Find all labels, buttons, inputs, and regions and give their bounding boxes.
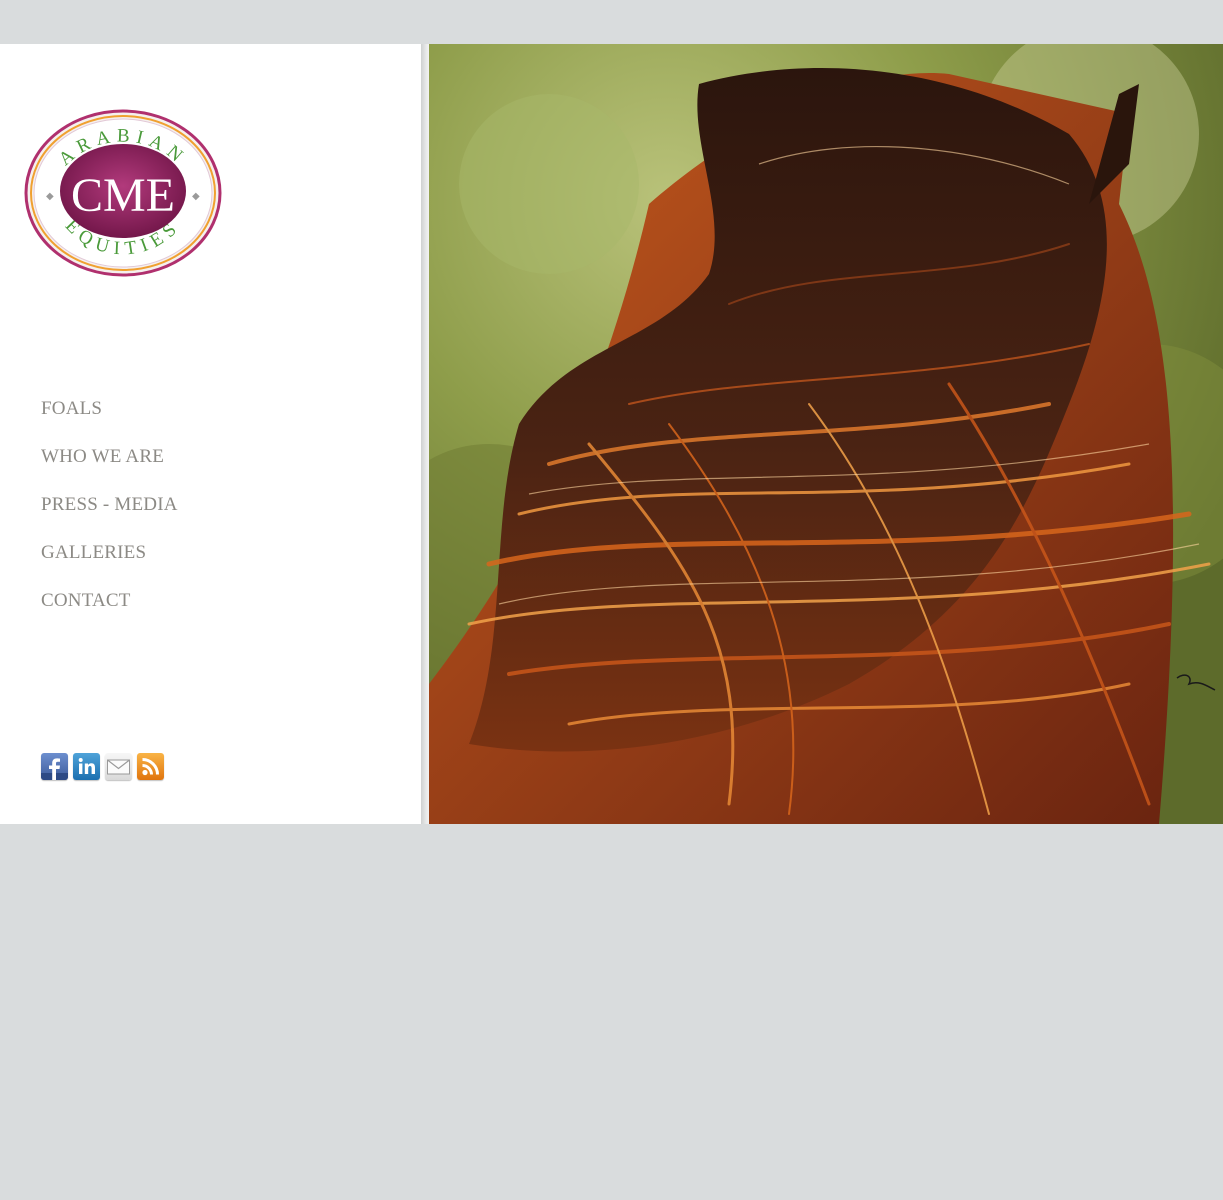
nav-item-contact[interactable]: CONTACT — [41, 586, 178, 634]
sidebar: ARABIAN EQUITIES ◆ ◆ CME FOALS WHO WE AR… — [0, 44, 421, 824]
nav-item-who-we-are[interactable]: WHO WE ARE — [41, 442, 178, 490]
site-logo[interactable]: ARABIAN EQUITIES ◆ ◆ CME — [24, 109, 222, 277]
nav-item-foals[interactable]: FOALS — [41, 394, 178, 442]
mail-icon[interactable] — [105, 753, 132, 780]
nav-item-press-media[interactable]: PRESS - MEDIA — [41, 490, 178, 538]
main-nav: FOALS WHO WE ARE PRESS - MEDIA GALLERIES… — [41, 394, 178, 634]
logo-center-text: CME — [71, 169, 175, 222]
logo-emblem: ARABIAN EQUITIES ◆ ◆ CME — [24, 109, 222, 277]
svg-text:◆: ◆ — [46, 191, 54, 202]
sidebar-divider — [421, 44, 429, 824]
linkedin-icon[interactable] — [73, 753, 100, 780]
nav-item-galleries[interactable]: GALLERIES — [41, 538, 178, 586]
facebook-icon[interactable] — [41, 753, 68, 780]
svg-text:◆: ◆ — [192, 191, 200, 202]
rss-icon[interactable] — [137, 753, 164, 780]
horse-mane-photo — [429, 44, 1223, 824]
hero-image — [429, 44, 1223, 824]
social-links — [41, 753, 164, 781]
